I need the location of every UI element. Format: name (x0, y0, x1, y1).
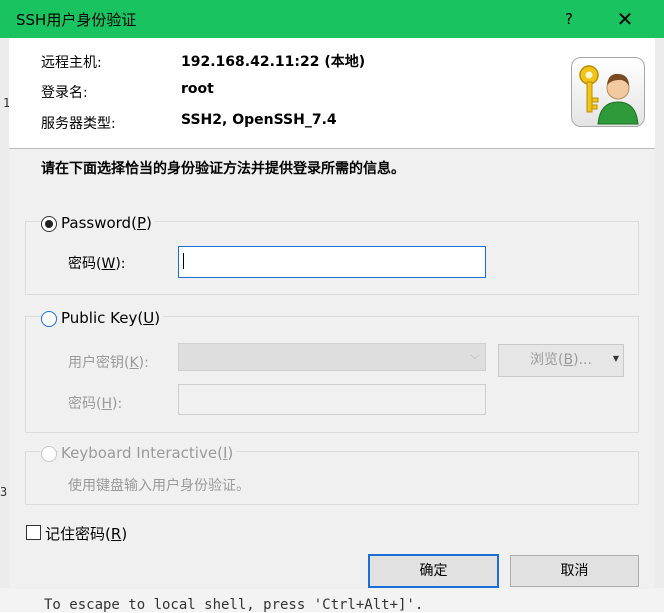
server-type-value: SSH2, OpenSSH_7.4 (181, 112, 337, 128)
keyboard-interactive-description: 使用键盘输入用户身份验证。 (68, 478, 250, 494)
help-button[interactable]: ? (558, 4, 580, 34)
public-key-radio[interactable] (41, 311, 57, 327)
user-key-avatar-icon (571, 57, 645, 127)
keyboard-interactive-option-label[interactable]: Keyboard Interactive(I) (58, 444, 237, 462)
instruction-text: 请在下面选择恰当的身份验证方法并提供登录所需的信息。 (41, 161, 405, 177)
remote-host-value: 192.168.42.11:22 (本地) (181, 54, 366, 70)
background-terminal-text: To escape to local shell, press 'Ctrl+Al… (44, 597, 424, 613)
ok-button[interactable]: 确定 (368, 554, 499, 588)
password-radio[interactable] (41, 216, 57, 232)
remember-password-label[interactable]: 记住密码(R) (45, 523, 127, 544)
login-name-value: root (181, 81, 214, 97)
dialog-title: SSH用户身份验证 (16, 11, 137, 29)
cancel-button[interactable]: 取消 (510, 555, 639, 587)
login-name-label: 登录名: (41, 85, 88, 101)
close-button[interactable]: ✕ (612, 4, 638, 34)
remember-password-checkbox[interactable] (26, 525, 41, 540)
dropdown-arrow-icon: ▼ (612, 354, 619, 363)
keyboard-interactive-radio[interactable] (41, 446, 57, 462)
passphrase-label: 密码(H): (68, 396, 123, 412)
user-key-label: 用户密钥(K): (68, 355, 149, 371)
remote-host-label: 远程主机: (41, 55, 102, 71)
password-field-label: 密码(W): (68, 256, 126, 272)
server-type-label: 服务器类型: (41, 116, 116, 132)
ssh-auth-dialog: SSH用户身份验证 ? ✕ 远程主机: 192.168.42.11:22 (本地… (0, 0, 664, 589)
title-bar[interactable]: SSH用户身份验证 ? ✕ (0, 0, 664, 38)
chevron-down-icon: ⌵ (470, 349, 479, 362)
text-caret (183, 253, 184, 269)
passphrase-input[interactable] (178, 384, 486, 415)
password-option-label[interactable]: Password(P) (58, 214, 155, 232)
user-key-select[interactable]: ⌵ (178, 343, 486, 371)
password-input[interactable] (178, 246, 486, 278)
public-key-option-label[interactable]: Public Key(U) (58, 309, 164, 327)
browse-button[interactable]: 浏览(B)... ▼ (498, 344, 624, 377)
